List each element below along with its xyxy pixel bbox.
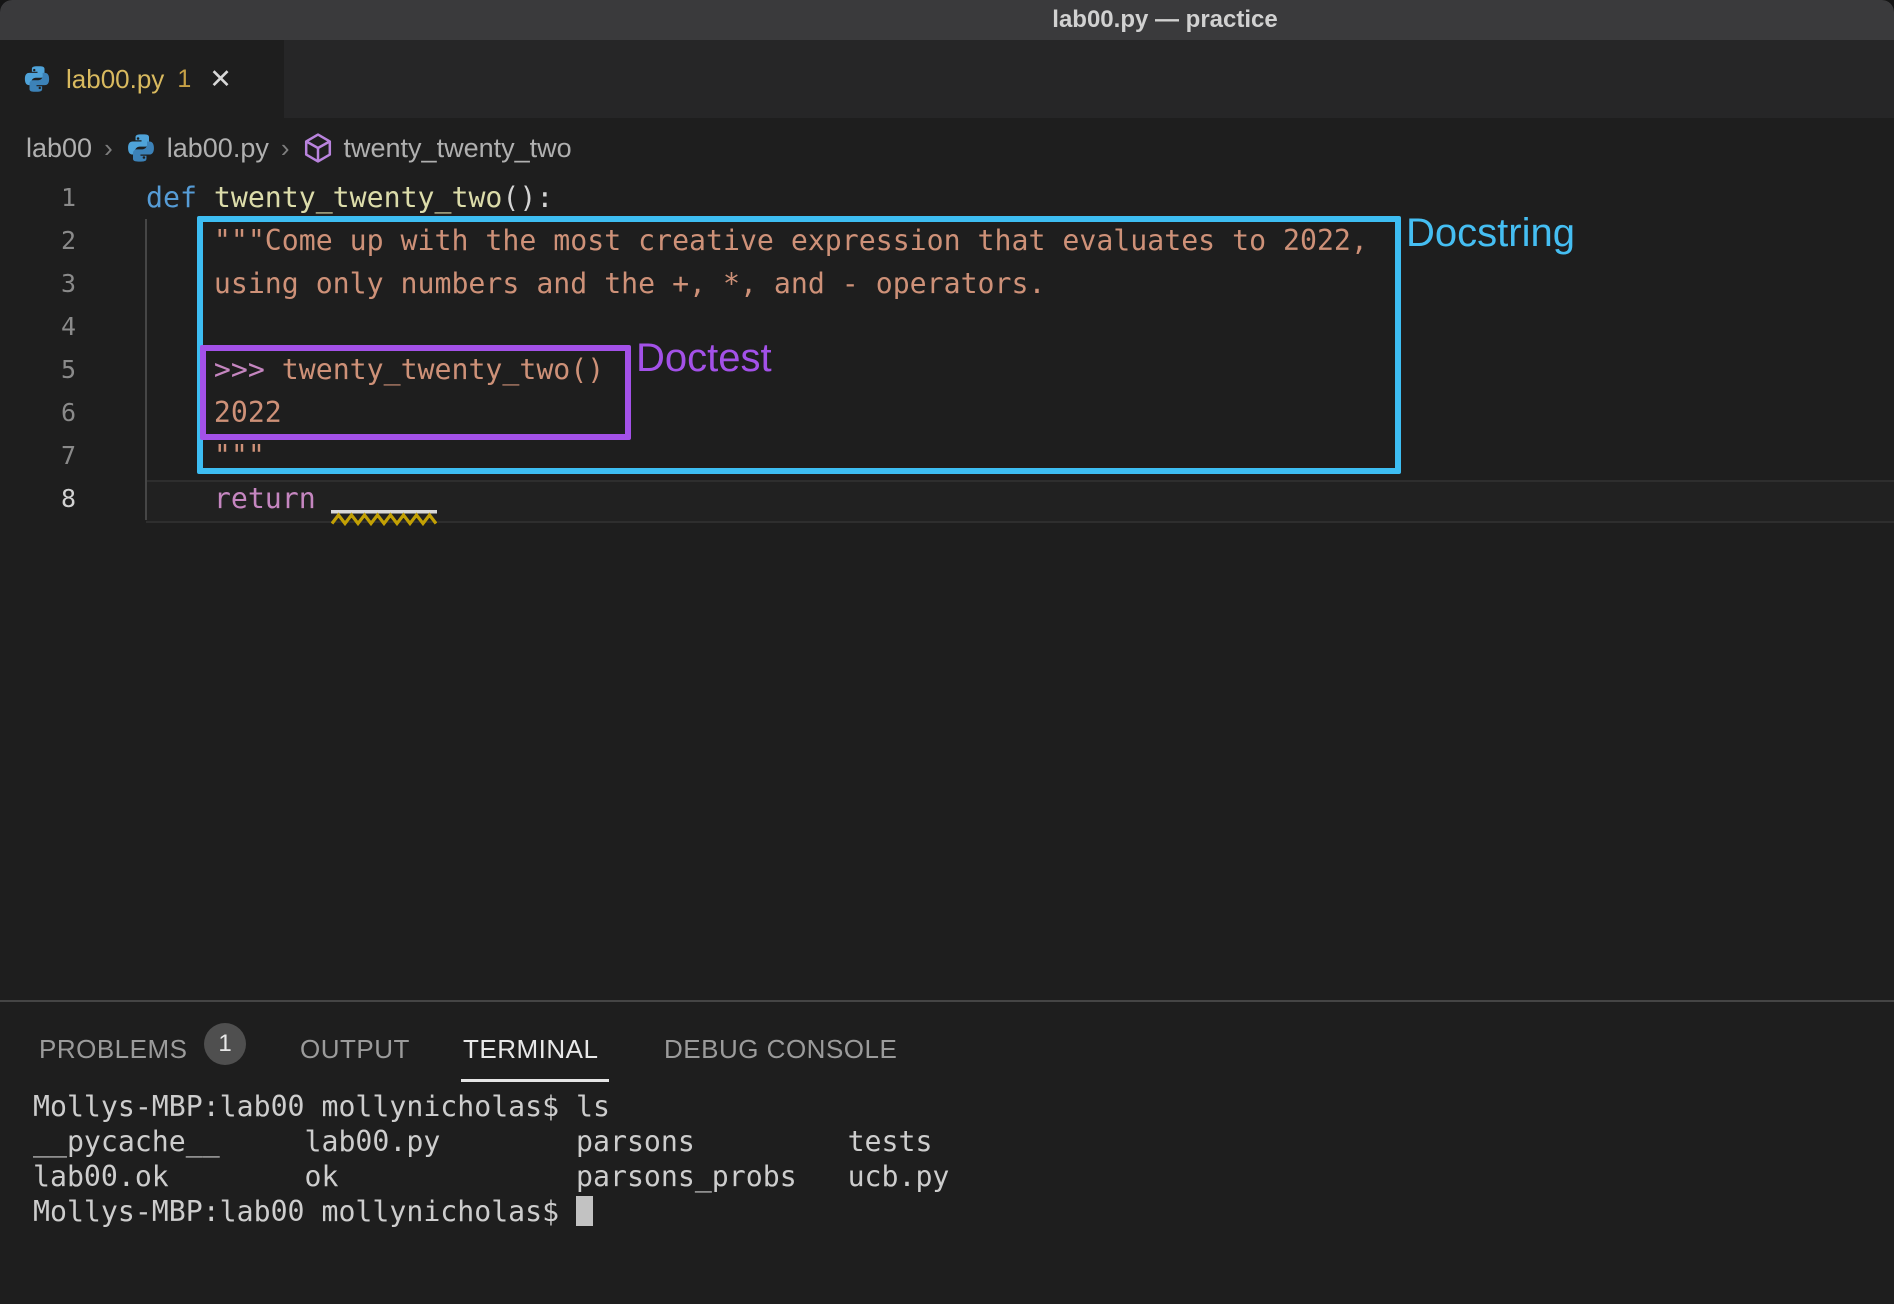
code-line-1: 1 def twenty_twenty_two(): [0,176,1894,219]
keyword-def: def [146,181,197,214]
docstring-annotation-label: Docstring [1406,211,1575,256]
keyword-return: return [146,477,316,520]
line-number-active: 8 [0,477,76,520]
window-title: lab00.py — practice [1052,6,1277,34]
panel-tab-problems[interactable]: PROBLEMS [39,1032,188,1066]
panel-tab-output[interactable]: OUTPUT [300,1032,410,1066]
terminal-line: lab00.ok ok parsons_probs ucb.py [33,1159,949,1194]
terminal-line: Mollys-MBP:lab00 mollynicholas$ ls [33,1089,949,1124]
line-number: 6 [0,391,76,434]
terminal-line: Mollys-MBP:lab00 mollynicholas$ [33,1194,949,1229]
line-number: 7 [0,434,76,477]
line-number: 1 [0,176,76,219]
editor-tab-strip: lab00.py 1 ✕ [0,40,1894,118]
chevron-right-icon: › [281,133,290,164]
python-icon [22,64,52,94]
code-editor[interactable]: 1 def twenty_twenty_two(): 2 """Come up … [0,178,1894,1000]
breadcrumb-symbol[interactable]: twenty_twenty_two [344,133,572,164]
doctest-annotation-label: Doctest [636,336,772,381]
panel-tab-debug-console[interactable]: DEBUG CONSOLE [664,1032,897,1066]
code-line-8: 8 return [0,477,1894,520]
active-tab-underline [461,1079,609,1082]
tab-lab00-py[interactable]: lab00.py 1 ✕ [0,40,284,118]
close-icon[interactable]: ✕ [209,66,232,93]
panel-tab-terminal[interactable]: TERMINAL [463,1032,598,1066]
breadcrumb-file[interactable]: lab00.py [167,133,269,164]
doctest-annotation-box [200,345,631,440]
line-number: 5 [0,348,76,391]
problems-count-badge: 1 [204,1023,246,1065]
python-icon [125,132,157,164]
terminal-line: __pycache__ lab00.py parsons tests [33,1124,949,1159]
breadcrumb: lab00 › lab00.py › twenty_twenty_two [0,118,1894,178]
chevron-right-icon: › [104,133,113,164]
tab-warning-badge: 1 [177,65,191,94]
punctuation: (): [502,181,553,214]
warning-squiggle [331,510,437,527]
breadcrumb-folder[interactable]: lab00 [26,133,92,164]
terminal-output[interactable]: Mollys-MBP:lab00 mollynicholas$ ls __pyc… [33,1089,949,1229]
tab-label: lab00.py [66,64,164,95]
line-number: 2 [0,219,76,262]
symbol-cube-icon [302,132,334,164]
line-number: 4 [0,305,76,348]
function-name: twenty_twenty_two [197,181,502,214]
title-bar: lab00.py — practice [0,0,1894,40]
bottom-panel: PROBLEMS 1 OUTPUT TERMINAL DEBUG CONSOLE… [0,1000,1894,1304]
line-number: 3 [0,262,76,305]
vscode-window: lab00.py — practice lab00.py 1 ✕ lab00 ›… [0,0,1894,1304]
terminal-cursor [576,1196,593,1226]
